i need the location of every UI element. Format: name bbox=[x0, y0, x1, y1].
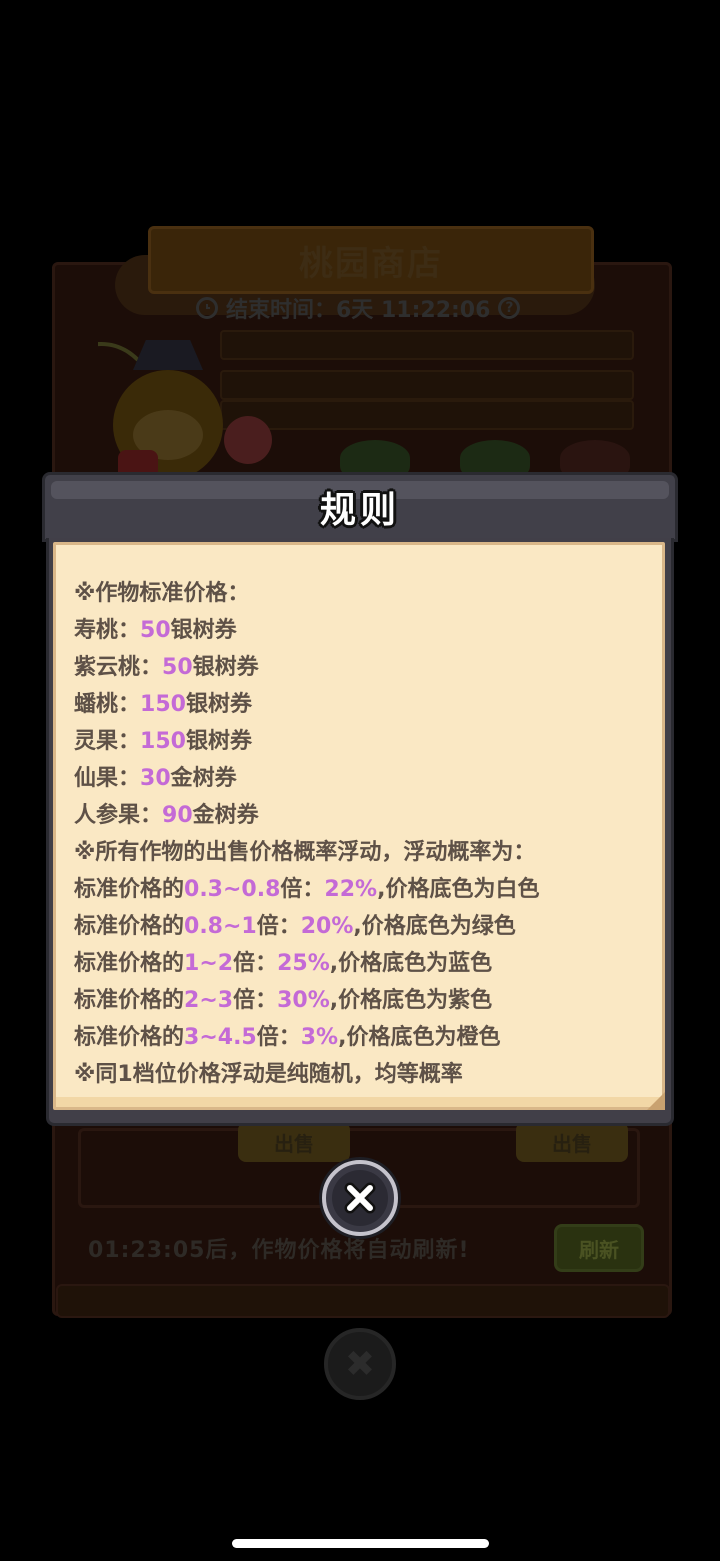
modal-header: 规则 bbox=[42, 472, 678, 542]
rule-value: 30% bbox=[277, 988, 330, 1013]
shop-title: 桃园商店 bbox=[299, 243, 443, 284]
rule-value: 30 bbox=[140, 766, 171, 791]
shop-shelf bbox=[220, 400, 634, 430]
rule-text: 人参果： bbox=[74, 803, 163, 828]
rule-text: 倍： bbox=[256, 1025, 301, 1050]
rule-line: 寿桃：50银树券 bbox=[74, 612, 650, 649]
rule-text: 银树券 bbox=[170, 618, 237, 643]
rule-value: 150 bbox=[140, 729, 186, 754]
modal-body: ※作物标准价格： 寿桃：50银树券 紫云桃：50银树券 蟠桃：150银树券 灵果：150… bbox=[46, 538, 674, 1126]
rule-text: ※作物标准价格： bbox=[74, 581, 250, 606]
timer-label: 结束时间：6天 11:22:06 bbox=[226, 298, 491, 323]
shop-timer: 结束时间：6天 11:22:06 ? bbox=[196, 292, 521, 324]
rule-text: 紫云桃： bbox=[74, 655, 163, 680]
rule-value: 0.8~1 bbox=[184, 914, 257, 939]
rule-line: 蟠桃：150银树券 bbox=[74, 686, 650, 723]
rule-value: 22% bbox=[324, 877, 378, 902]
rule-value: 90 bbox=[162, 803, 193, 828]
rule-value: 1~2 bbox=[184, 951, 234, 976]
sell-button[interactable]: 出售 bbox=[516, 1122, 628, 1162]
rule-line: 标准价格的0.8~1倍：20%,价格底色为绿色 bbox=[74, 908, 650, 945]
rules-list: ※作物标准价格： 寿桃：50银树券 紫云桃：50银树券 蟠桃：150银树券 灵果：150… bbox=[74, 575, 650, 1093]
rule-text: 仙果： bbox=[74, 766, 141, 791]
refresh-notice: 01:23:05后，作物价格将自动刷新! bbox=[88, 1238, 470, 1263]
rule-value: 3~4.5 bbox=[184, 1025, 257, 1050]
rule-text: 寿桃： bbox=[74, 618, 141, 643]
rule-text: 银树券 bbox=[185, 692, 252, 717]
rule-line: 仙果：30金树券 bbox=[74, 760, 650, 797]
sell-button[interactable]: 出售 bbox=[238, 1122, 350, 1162]
rule-line: 标准价格的3~4.5倍：3%,价格底色为橙色 bbox=[74, 1019, 650, 1056]
rule-text: 标准价格的 bbox=[74, 914, 185, 939]
rule-line: 灵果：150银树券 bbox=[74, 723, 650, 760]
shop-title-banner: 桃园商店 bbox=[148, 226, 594, 294]
rule-value: 3% bbox=[300, 1025, 339, 1050]
rule-text: ,价格底色为白色 bbox=[377, 877, 540, 902]
close-icon[interactable] bbox=[332, 1170, 388, 1226]
rule-text: 灵果： bbox=[74, 729, 141, 754]
rules-paper: ※作物标准价格： 寿桃：50银树券 紫云桃：50银树券 蟠桃：150银树券 灵果：150… bbox=[53, 542, 665, 1110]
rule-text: 倍： bbox=[256, 914, 301, 939]
rule-text: ※同1档位价格浮动是纯随机，均等概率 bbox=[74, 1062, 463, 1087]
shop-bottom-bar bbox=[56, 1284, 670, 1318]
paper-edge bbox=[56, 1097, 662, 1107]
rule-text: 金树券 bbox=[170, 766, 237, 791]
modal-title: 规则 bbox=[319, 490, 400, 531]
rule-value: 50 bbox=[140, 618, 171, 643]
rule-text: 银树券 bbox=[185, 729, 252, 754]
rule-text: 标准价格的 bbox=[74, 877, 185, 902]
close-button[interactable] bbox=[322, 1160, 398, 1236]
rule-value: 20% bbox=[300, 914, 354, 939]
rule-value: 150 bbox=[140, 692, 186, 717]
rule-line: 标准价格的0.3~0.8倍：22%,价格底色为白色 bbox=[74, 871, 650, 908]
rule-text: 标准价格的 bbox=[74, 988, 185, 1013]
rule-text: 标准价格的 bbox=[74, 951, 185, 976]
clock-icon bbox=[196, 297, 218, 319]
produce-item bbox=[340, 440, 410, 476]
rule-line: ※作物标准价格： bbox=[74, 575, 650, 612]
rule-text: 倍： bbox=[280, 877, 325, 902]
rule-value: 50 bbox=[162, 655, 193, 680]
rule-text: ,价格底色为蓝色 bbox=[329, 951, 493, 976]
rule-line: ※所有作物的出售价格概率浮动，浮动概率为： bbox=[74, 834, 650, 871]
shop-shelf bbox=[220, 370, 634, 400]
shop-shelf bbox=[220, 330, 634, 360]
rule-text: 蟠桃： bbox=[74, 692, 141, 717]
rule-text: ,价格底色为紫色 bbox=[329, 988, 493, 1013]
home-indicator[interactable] bbox=[232, 1539, 489, 1548]
monkey-mascot bbox=[98, 340, 272, 480]
rule-text: 金树券 bbox=[192, 803, 259, 828]
produce-item bbox=[560, 440, 630, 476]
rule-text: 银树券 bbox=[192, 655, 259, 680]
rule-text: ,价格底色为橙色 bbox=[338, 1025, 501, 1050]
rule-line: 标准价格的2~3倍：30%,价格底色为紫色 bbox=[74, 982, 650, 1019]
rule-text: ,价格底色为绿色 bbox=[353, 914, 516, 939]
rule-value: 0.3~0.8 bbox=[184, 877, 281, 902]
help-icon[interactable]: ? bbox=[498, 297, 521, 319]
rule-value: 25% bbox=[277, 951, 330, 976]
shop-close-icon[interactable]: ✖ bbox=[324, 1328, 396, 1400]
refresh-button[interactable]: 刷新 bbox=[554, 1224, 644, 1272]
paper-fold bbox=[647, 1092, 665, 1110]
rule-line: 标准价格的1~2倍：25%,价格底色为蓝色 bbox=[74, 945, 650, 982]
rule-text: ※所有作物的出售价格概率浮动，浮动概率为： bbox=[74, 840, 536, 865]
produce-item bbox=[460, 440, 530, 476]
rule-text: 倍： bbox=[233, 988, 278, 1013]
rule-line: ※同1档位价格浮动是纯随机，均等概率 bbox=[74, 1056, 650, 1093]
rule-line: 人参果：90金树券 bbox=[74, 797, 650, 834]
rule-line: 紫云桃：50银树券 bbox=[74, 649, 650, 686]
rules-modal: 规则 ※作物标准价格： 寿桃：50银树券 紫云桃：50银树券 蟠桃：150银树券 灵果：… bbox=[42, 472, 678, 1126]
rule-text: 标准价格的 bbox=[74, 1025, 185, 1050]
rule-text: 倍： bbox=[233, 951, 278, 976]
rule-value: 2~3 bbox=[184, 988, 234, 1013]
